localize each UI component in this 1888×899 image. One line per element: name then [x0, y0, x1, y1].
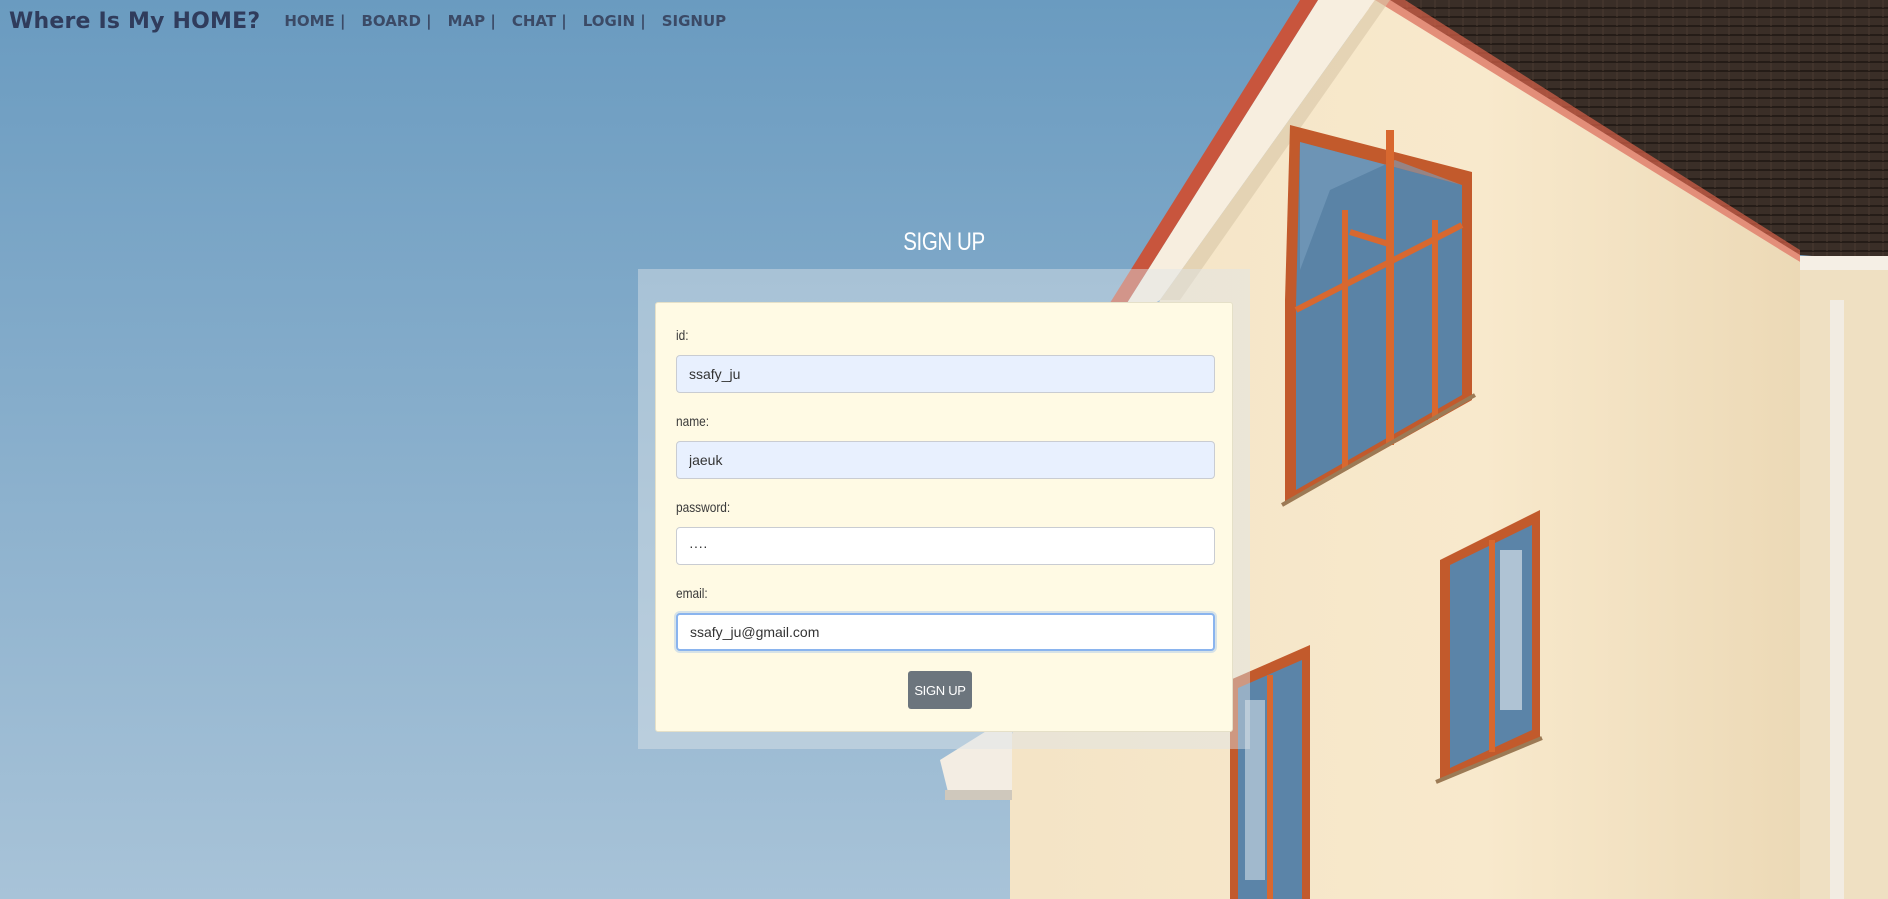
- email-input[interactable]: [676, 613, 1215, 651]
- id-input[interactable]: [676, 355, 1215, 393]
- signup-title: SIGN UP: [903, 228, 985, 256]
- password-input[interactable]: [676, 527, 1215, 565]
- nav-map[interactable]: MAP |: [448, 12, 496, 30]
- name-input[interactable]: [676, 441, 1215, 479]
- nav-home[interactable]: HOME |: [284, 12, 345, 30]
- top-navbar: Where Is My HOME? HOME | BOARD | MAP | C…: [0, 0, 1888, 42]
- nav-board[interactable]: BOARD |: [362, 12, 432, 30]
- nav-chat[interactable]: CHAT |: [512, 12, 567, 30]
- nav-links: HOME | BOARD | MAP | CHAT | LOGIN | SIGN…: [284, 12, 726, 30]
- password-label: password:: [676, 499, 731, 515]
- id-label: id:: [676, 327, 689, 343]
- nav-signup[interactable]: SIGNUP: [662, 12, 726, 30]
- name-label: name:: [676, 413, 710, 429]
- nav-login[interactable]: LOGIN |: [583, 12, 646, 30]
- email-label: email:: [676, 585, 708, 601]
- brand-logo[interactable]: Where Is My HOME?: [9, 9, 260, 34]
- signup-button[interactable]: SIGN UP: [908, 671, 972, 709]
- signup-form: id: name: password: email: SIGN UP: [655, 302, 1233, 732]
